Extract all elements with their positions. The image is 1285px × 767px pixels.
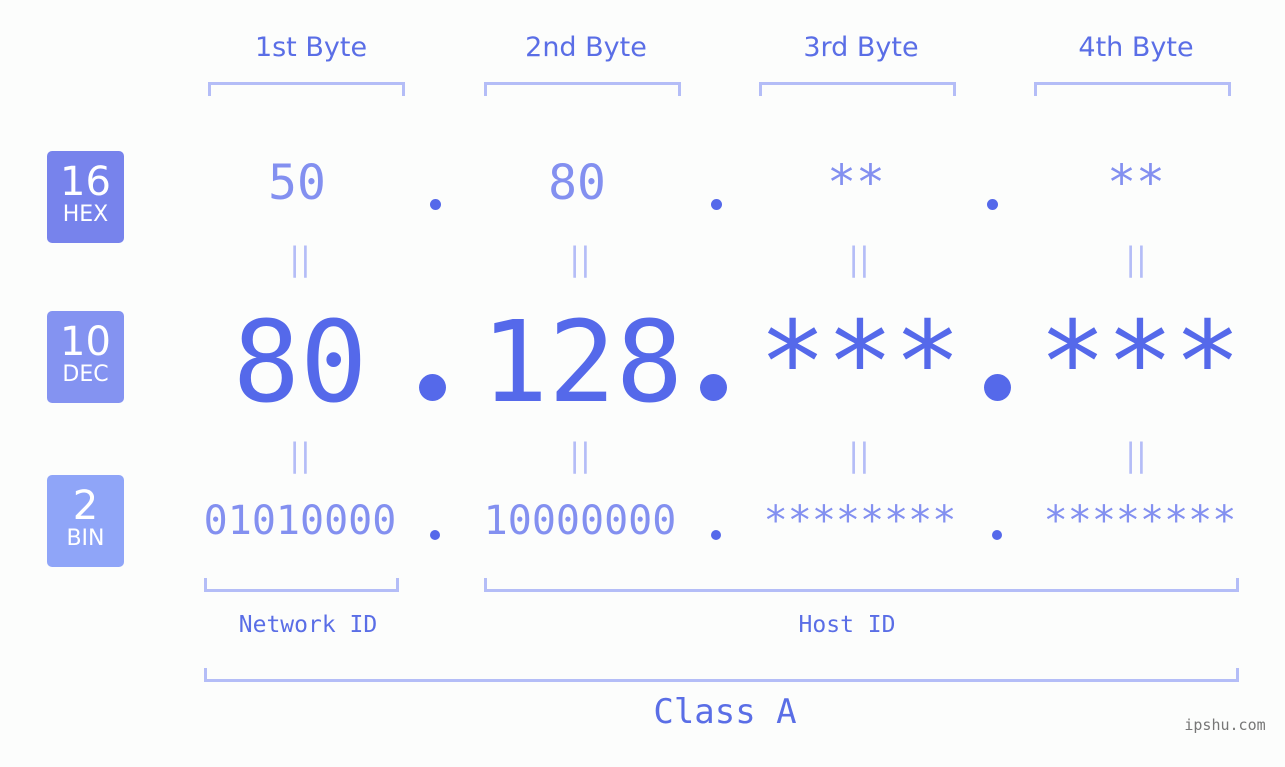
equals-icon: || xyxy=(289,240,311,278)
bin-dot-3 xyxy=(992,530,1002,540)
hex-dot-1 xyxy=(430,199,441,210)
host-bracket xyxy=(484,578,1239,592)
byte-bracket-1 xyxy=(208,82,405,96)
byte-bracket-4 xyxy=(1034,82,1231,96)
equals-icon: || xyxy=(1125,436,1147,474)
dec-byte-3: *** xyxy=(758,298,962,428)
hex-dot-2 xyxy=(711,199,722,210)
dec-byte-1: 80 xyxy=(232,298,368,428)
bin-byte-4: ******** xyxy=(1043,498,1237,544)
watermark: ipshu.com xyxy=(1184,716,1266,734)
hex-byte-4: ** xyxy=(1107,155,1165,211)
dec-byte-4: *** xyxy=(1038,298,1242,428)
equals-icon: || xyxy=(848,436,870,474)
byte-header-1: 1st Byte xyxy=(254,32,368,63)
hex-dot-3 xyxy=(987,199,998,210)
equals-icon: || xyxy=(569,240,591,278)
dec-dot-1 xyxy=(419,374,446,401)
dec-base: 10 xyxy=(60,319,111,365)
bin-dot-1 xyxy=(430,530,440,540)
bin-dot-2 xyxy=(711,530,721,540)
host-id-label: Host ID xyxy=(798,612,896,638)
bin-base: 2 xyxy=(72,483,99,529)
byte-bracket-2 xyxy=(484,82,681,96)
class-bracket xyxy=(204,668,1239,682)
equals-icon: || xyxy=(1125,240,1147,278)
dec-badge: 10 DEC xyxy=(47,311,124,403)
byte-header-3: 3rd Byte xyxy=(803,32,919,63)
hex-byte-3: ** xyxy=(827,155,885,211)
bin-byte-3: ******** xyxy=(763,498,957,544)
bin-label: BIN xyxy=(66,526,105,551)
class-label: Class A xyxy=(653,692,797,732)
bin-byte-1: 01010000 xyxy=(203,498,397,544)
hex-byte-2: 80 xyxy=(548,155,606,211)
bin-badge: 2 BIN xyxy=(47,475,124,567)
bin-byte-2: 10000000 xyxy=(483,498,677,544)
hex-base: 16 xyxy=(60,159,111,205)
byte-header-2: 2nd Byte xyxy=(525,32,647,63)
byte-header-4: 4th Byte xyxy=(1078,32,1194,63)
hex-label: HEX xyxy=(62,202,109,227)
dec-dot-2 xyxy=(700,374,727,401)
hex-byte-1: 50 xyxy=(268,155,326,211)
network-id-label: Network ID xyxy=(238,612,378,638)
hex-badge: 16 HEX xyxy=(47,151,124,243)
equals-icon: || xyxy=(569,436,591,474)
dec-dot-3 xyxy=(984,374,1011,401)
dec-label: DEC xyxy=(62,362,109,387)
equals-icon: || xyxy=(289,436,311,474)
byte-bracket-3 xyxy=(759,82,956,96)
dec-byte-2: 128 xyxy=(480,298,684,428)
equals-icon: || xyxy=(848,240,870,278)
network-bracket xyxy=(204,578,399,592)
